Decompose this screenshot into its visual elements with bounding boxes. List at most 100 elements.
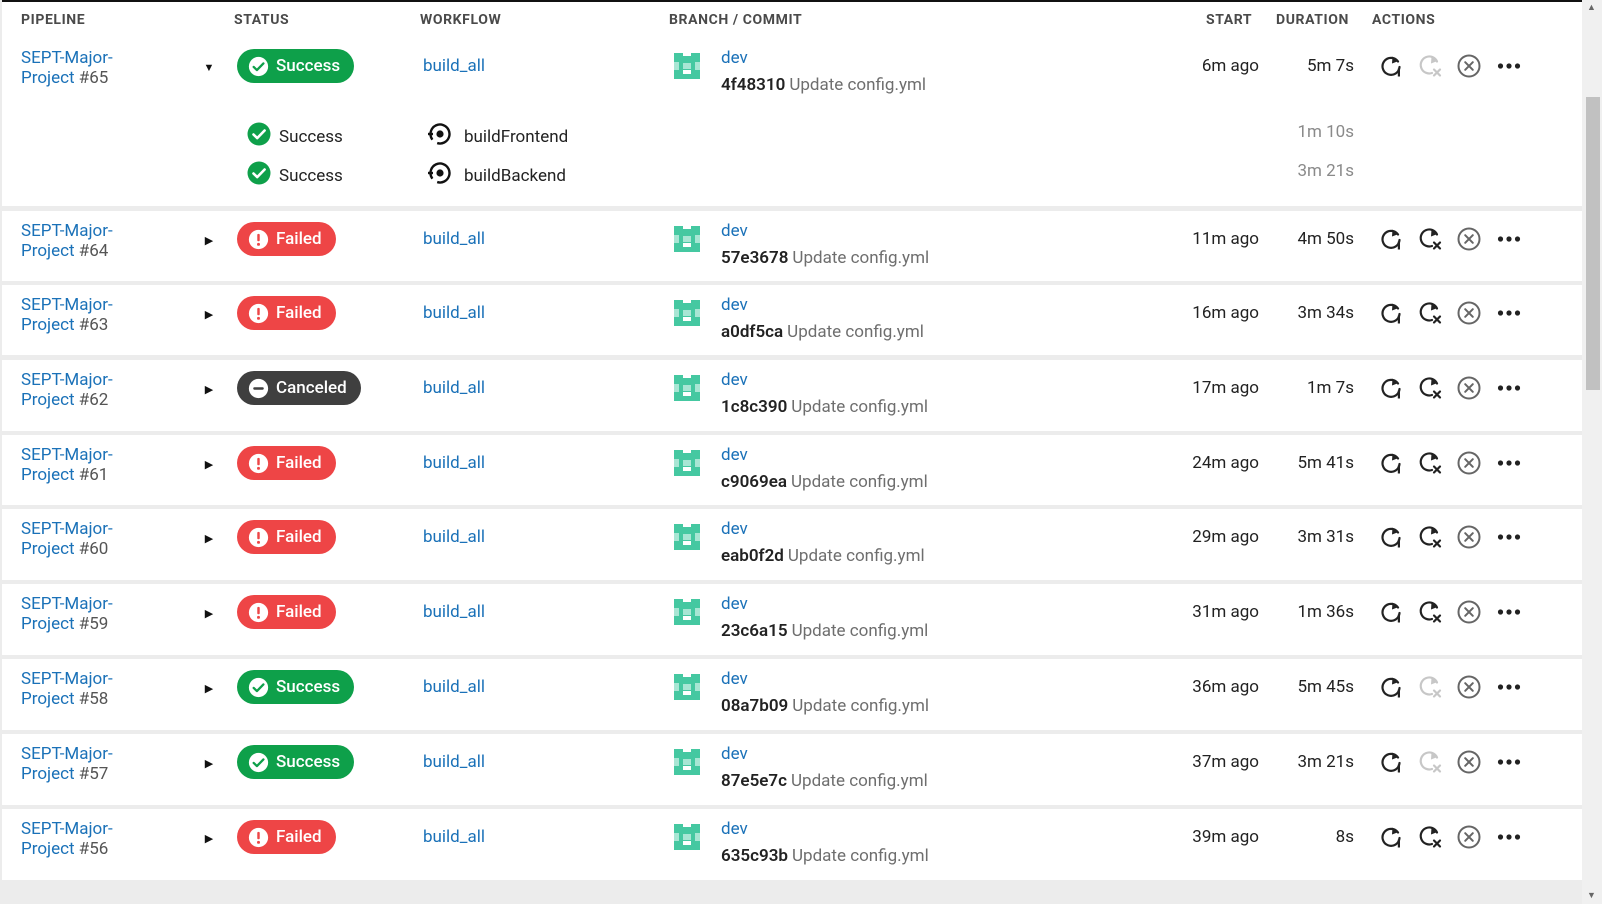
commit-info[interactable]: 635c93b Update config.yml [721, 846, 929, 866]
expand-caret-icon[interactable]: ▶ [202, 531, 216, 545]
rerun-from-failed-button[interactable] [1417, 226, 1443, 252]
branch-link[interactable]: dev [721, 48, 748, 68]
vertical-scrollbar[interactable]: ▲ ▼ [1582, 0, 1602, 904]
rerun-from-failed-button[interactable] [1417, 599, 1443, 625]
pipeline-name-link[interactable]: SEPT-Major- Project #63 [21, 295, 113, 335]
rerun-workflow-button[interactable] [1378, 749, 1404, 775]
rerun-from-failed-button[interactable] [1417, 524, 1443, 550]
user-avatar[interactable] [671, 372, 703, 404]
more-actions-icon[interactable] [1496, 53, 1522, 79]
user-avatar[interactable] [671, 521, 703, 553]
rerun-from-failed-button[interactable] [1417, 300, 1443, 326]
pipeline-name-link[interactable]: SEPT-Major- Project #56 [21, 819, 113, 859]
user-avatar[interactable] [671, 596, 703, 628]
pipeline-name-link[interactable]: SEPT-Major- Project #60 [21, 519, 113, 559]
user-avatar[interactable] [671, 671, 703, 703]
more-actions-icon[interactable] [1496, 824, 1522, 850]
expand-caret-icon[interactable]: ▶ [202, 382, 216, 396]
pipeline-name-link[interactable]: SEPT-Major- Project #61 [21, 445, 113, 485]
status-badge[interactable]: Failed [237, 222, 336, 256]
workflow-link[interactable]: build_all [423, 752, 485, 772]
scroll-down-arrow-icon[interactable]: ▼ [1587, 890, 1596, 901]
scrollbar-thumb[interactable] [1586, 97, 1600, 390]
more-actions-icon[interactable] [1496, 226, 1522, 252]
cancel-workflow-button[interactable] [1456, 674, 1482, 700]
status-badge[interactable]: Success [237, 49, 355, 83]
job-name[interactable]: buildBackend [428, 161, 566, 190]
user-avatar[interactable] [671, 821, 703, 853]
more-actions-icon[interactable] [1496, 375, 1522, 401]
pipeline-name-link[interactable]: SEPT-Major- Project #65 [21, 48, 113, 88]
rerun-workflow-button[interactable] [1378, 824, 1404, 850]
branch-link[interactable]: dev [721, 370, 748, 390]
scroll-up-arrow-icon[interactable]: ▲ [1587, 2, 1596, 13]
job-row[interactable]: Success buildFrontend 1m 10s [2, 122, 1582, 147]
commit-info[interactable]: 57e3678 Update config.yml [721, 248, 929, 268]
status-badge[interactable]: Success [237, 745, 355, 779]
rerun-from-failed-button[interactable] [1417, 450, 1443, 476]
expand-caret-icon[interactable]: ▶ [202, 831, 216, 845]
expand-caret-icon[interactable]: ▶ [202, 233, 216, 247]
rerun-workflow-button[interactable] [1378, 524, 1404, 550]
more-actions-icon[interactable] [1496, 450, 1522, 476]
more-actions-icon[interactable] [1496, 599, 1522, 625]
cancel-workflow-button[interactable] [1456, 524, 1482, 550]
branch-link[interactable]: dev [721, 221, 748, 241]
status-badge[interactable]: Failed [237, 296, 336, 330]
workflow-link[interactable]: build_all [423, 303, 485, 323]
expand-caret-icon[interactable]: ▶ [202, 606, 216, 620]
commit-info[interactable]: 23c6a15 Update config.yml [721, 621, 928, 641]
workflow-link[interactable]: build_all [423, 378, 485, 398]
cancel-workflow-button[interactable] [1456, 375, 1482, 401]
more-actions-icon[interactable] [1496, 524, 1522, 550]
status-badge[interactable]: Canceled [237, 371, 361, 405]
cancel-workflow-button[interactable] [1456, 450, 1482, 476]
job-name[interactable]: buildFrontend [428, 122, 568, 151]
rerun-from-failed-button[interactable] [1417, 824, 1443, 850]
commit-info[interactable]: eab0f2d Update config.yml [721, 546, 925, 566]
rerun-from-failed-button[interactable] [1417, 674, 1443, 700]
more-actions-icon[interactable] [1496, 674, 1522, 700]
collapse-caret-icon[interactable]: ▼ [202, 60, 216, 74]
workflow-link[interactable]: build_all [423, 602, 485, 622]
workflow-link[interactable]: build_all [423, 827, 485, 847]
pipeline-name-link[interactable]: SEPT-Major- Project #58 [21, 669, 113, 709]
rerun-from-failed-button[interactable] [1417, 375, 1443, 401]
cancel-workflow-button[interactable] [1456, 226, 1482, 252]
expand-caret-icon[interactable]: ▶ [202, 681, 216, 695]
status-badge[interactable]: Failed [237, 520, 336, 554]
commit-info[interactable]: 08a7b09 Update config.yml [721, 696, 929, 716]
rerun-workflow-button[interactable] [1378, 599, 1404, 625]
commit-info[interactable]: 1c8c390 Update config.yml [721, 397, 928, 417]
status-badge[interactable]: Failed [237, 446, 336, 480]
workflow-link[interactable]: build_all [423, 453, 485, 473]
rerun-workflow-button[interactable] [1378, 674, 1404, 700]
status-badge[interactable]: Success [237, 670, 355, 704]
commit-info[interactable]: c9069ea Update config.yml [721, 472, 928, 492]
rerun-from-failed-button[interactable] [1417, 53, 1443, 79]
workflow-link[interactable]: build_all [423, 56, 485, 76]
more-actions-icon[interactable] [1496, 300, 1522, 326]
expand-caret-icon[interactable]: ▶ [202, 756, 216, 770]
pipeline-name-link[interactable]: SEPT-Major- Project #64 [21, 221, 113, 261]
user-avatar[interactable] [671, 297, 703, 329]
rerun-workflow-button[interactable] [1378, 450, 1404, 476]
branch-link[interactable]: dev [721, 744, 748, 764]
rerun-workflow-button[interactable] [1378, 226, 1404, 252]
status-badge[interactable]: Failed [237, 595, 336, 629]
branch-link[interactable]: dev [721, 669, 748, 689]
workflow-link[interactable]: build_all [423, 677, 485, 697]
rerun-workflow-button[interactable] [1378, 300, 1404, 326]
commit-info[interactable]: a0df5ca Update config.yml [721, 322, 924, 342]
commit-info[interactable]: 4f48310 Update config.yml [721, 75, 926, 95]
branch-link[interactable]: dev [721, 819, 748, 839]
expand-caret-icon[interactable]: ▶ [202, 307, 216, 321]
cancel-workflow-button[interactable] [1456, 599, 1482, 625]
branch-link[interactable]: dev [721, 519, 748, 539]
user-avatar[interactable] [671, 223, 703, 255]
rerun-workflow-button[interactable] [1378, 375, 1404, 401]
expand-caret-icon[interactable]: ▶ [202, 457, 216, 471]
cancel-workflow-button[interactable] [1456, 300, 1482, 326]
pipeline-name-link[interactable]: SEPT-Major- Project #57 [21, 744, 113, 784]
job-row[interactable]: Success buildBackend 3m 21s [2, 161, 1582, 186]
